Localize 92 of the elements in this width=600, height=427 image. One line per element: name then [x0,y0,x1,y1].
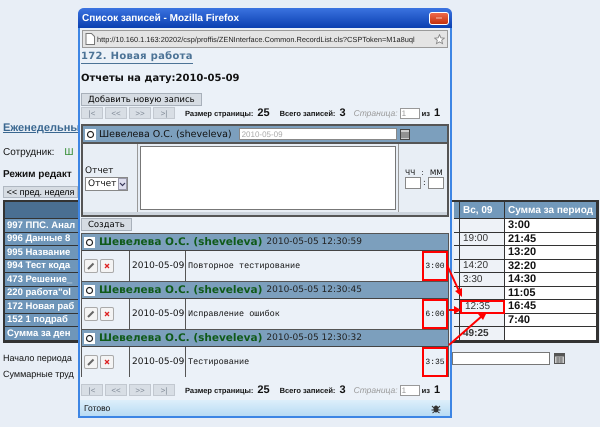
user-name: Шевелева О.С. (sheveleva) [99,284,262,296]
table-cell: 32:20 [505,260,597,273]
page-field[interactable]: 1 [400,108,420,118]
total-records-value: 3 [339,384,346,396]
edit-button[interactable] [84,355,98,369]
delete-icon [103,358,111,366]
radio-button[interactable] [85,128,96,140]
delete-icon [103,310,111,318]
calendar-icon[interactable] [554,352,565,364]
timestamp: 2010-05-05 12:30:59 [266,237,362,247]
calendar-icon[interactable] [400,128,410,140]
row-label[interactable]: 997 ППС. Анал [5,219,80,232]
table-cell: 13:20 [505,246,597,260]
page-label: Страница: [354,108,398,118]
user-name: Шевелева О.С. (sheveleva) [99,236,262,248]
page-size-value: 25 [257,384,270,396]
table-cell: 12:35 [460,300,505,314]
user-name: Шевелева О.С. (sheveleva) [99,128,232,140]
table-cell: 2010-05-09 [130,299,186,329]
user-name: Шевелева О.С. (sheveleva) [99,332,262,344]
separator: : [423,178,426,187]
add-record-button[interactable]: Добавить новую запись [81,93,202,106]
minutes-field[interactable] [428,176,444,188]
table-cell: 3:00 [505,219,597,232]
table-cell: 19:00 [460,232,505,246]
table-cell: 2010-05-09 [130,347,186,377]
table-cell: 21:45 [505,232,597,246]
table-cell: 14:20 [460,260,505,273]
employee-label: Сотрудник: [3,147,54,159]
row-label[interactable]: 473 Решение_ [5,273,80,286]
row-label[interactable]: 152 1 подраб [5,314,80,327]
page-count: 1 [434,384,440,396]
timestamp: 2010-05-05 12:30:32 [266,333,362,343]
window-title: Список записей - Mozilla Firefox [82,12,240,24]
total-records-value: 3 [339,107,346,119]
radio-button[interactable] [84,284,95,296]
close-button[interactable] [429,12,449,24]
delete-button[interactable] [100,355,114,369]
create-button[interactable]: Создать [81,218,132,231]
timestamp: 2010-05-05 12:30:45 [266,285,362,295]
mode-label: Режим редакт [3,168,72,181]
table-cell: 7:40 [505,314,597,327]
page-field[interactable]: 1 [400,384,420,396]
pencil-icon [86,309,96,319]
pencil-icon [86,357,96,367]
edit-button[interactable] [84,307,98,321]
report-text-area[interactable] [140,146,396,210]
table-cell: 3:35 [422,347,448,377]
table-cell: 14:30 [505,273,597,286]
star-icon[interactable] [434,34,445,44]
page-label: Страница: [354,385,398,395]
total-label: Суммарные труд [3,368,74,380]
radio-button[interactable] [84,332,95,344]
table-cell: 11:05 [505,286,597,300]
table-cell: 3:00 [422,251,448,281]
table-cell: 3:30 [460,273,505,286]
type-dropdown[interactable]: Отчет [85,176,128,190]
row-label[interactable]: Сумма за ден [5,327,80,340]
table-cell: 6:00 [422,299,448,329]
row-label[interactable]: 996 Данные 8 [5,232,80,246]
column-header: Сумма за период [505,202,597,219]
status-text: Готово [84,403,110,413]
row-label[interactable]: 220 работа"ol [5,286,80,300]
date-heading: Отчеты на дату:2010-05-09 [81,72,240,85]
table-cell: 2010-05-09 [130,251,186,281]
row-label[interactable]: 172 Новая раб [5,300,80,314]
period-start-label: Начало периода [3,352,72,364]
radio-button[interactable] [84,236,95,248]
pencil-icon [86,261,96,271]
page-count: 1 [434,107,440,119]
page-size-value: 25 [257,107,270,119]
report-link[interactable]: Еженедельны [3,121,80,135]
table-cell-text: Повторное тестирование [187,260,302,273]
row-label[interactable]: 995 Название [5,246,80,260]
table-cell-text: Исправление ошибок [187,308,281,321]
previous-week-button[interactable]: << пред. неделя [3,186,78,198]
hours-field[interactable] [405,176,421,188]
row-label[interactable]: 994 Тест кода [5,260,80,273]
employee-link[interactable]: Ш [64,147,74,159]
arrow [446,264,462,297]
delete-icon [103,262,111,270]
table-cell: 16:45 [505,300,597,314]
column-header: Вс, 09 [460,202,505,219]
delete-button[interactable] [100,259,114,273]
date-field[interactable] [452,352,550,364]
task-link[interactable]: 172. Новая работа [81,50,193,64]
edit-button[interactable] [84,259,98,273]
table-cell-text: Тестирование [187,356,250,369]
delete-button[interactable] [100,307,114,321]
date-field[interactable]: 2010-05-09 [238,128,397,140]
page-icon [85,33,95,45]
type-label: Отчет [85,166,114,176]
